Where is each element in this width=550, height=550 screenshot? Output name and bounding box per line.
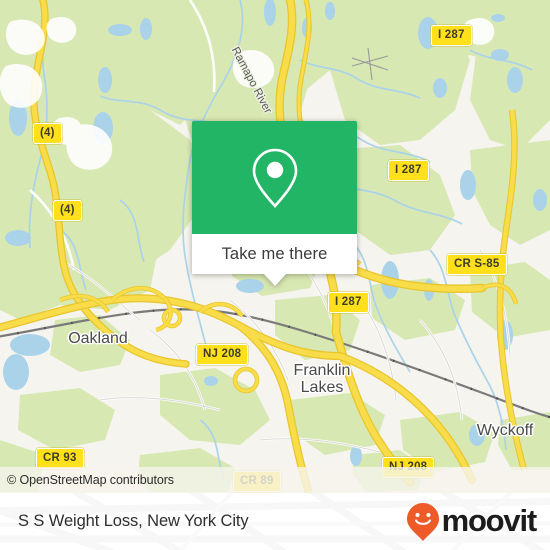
moovit-smiley-pin-icon xyxy=(406,502,439,541)
moovit-brand[interactable]: moovit xyxy=(406,493,538,550)
road-shield-i287-south[interactable]: I 287 xyxy=(328,292,369,313)
road-shield-cr93[interactable]: CR 93 xyxy=(36,448,84,469)
popup-cta-panel[interactable]: Take me there xyxy=(192,234,357,286)
popup-marker-panel xyxy=(192,121,357,234)
road-shield-i287-mid[interactable]: I 287 xyxy=(388,160,429,181)
road-shield-route4-north[interactable]: (4) xyxy=(33,123,62,144)
map-attribution[interactable]: © OpenStreetMap contributors xyxy=(0,467,550,493)
map-screenshot-root: Oakland Franklin Lakes Wyckoff Ramapo Ri… xyxy=(0,0,550,550)
map-pin-icon xyxy=(252,148,297,208)
road-shield-cr-s85[interactable]: CR S-85 xyxy=(447,254,507,275)
location-popup-card[interactable]: Take me there xyxy=(192,121,357,286)
road-shield-i287-north[interactable]: I 287 xyxy=(431,25,472,46)
road-shield-route4-south[interactable]: (4) xyxy=(53,200,82,221)
location-title: S S Weight Loss, New York City xyxy=(18,512,249,530)
road-shield-nj208-west[interactable]: NJ 208 xyxy=(196,344,249,365)
moovit-wordmark: moovit xyxy=(441,503,538,538)
footer-bar: S S Weight Loss, New York City moovit xyxy=(0,493,550,550)
map-canvas[interactable]: Oakland Franklin Lakes Wyckoff Ramapo Ri… xyxy=(0,0,550,493)
take-me-there-label: Take me there xyxy=(221,244,328,263)
popup-pointer-tail xyxy=(262,273,287,286)
